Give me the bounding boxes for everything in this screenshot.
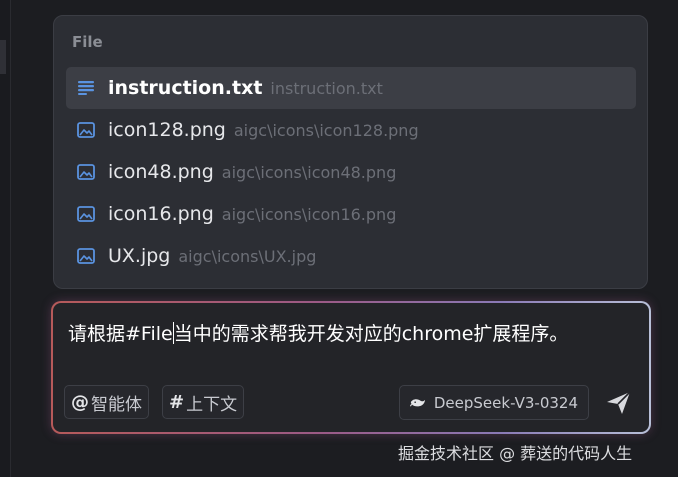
- deepseek-whale-icon: [410, 398, 426, 406]
- context-button-label: 上下文: [186, 394, 238, 415]
- file-path: aigc\icons\icon16.png: [221, 204, 397, 224]
- watermark: 掘金技术社区 @ 葬送的代码人生: [398, 444, 633, 463]
- image-file-icon: [75, 245, 97, 267]
- hash-icon: #: [169, 391, 185, 413]
- image-file-icon: [75, 119, 97, 141]
- at-icon: @: [71, 391, 89, 413]
- file-path: aigc\icons\icon48.png: [221, 162, 397, 182]
- text-file-icon: [75, 77, 97, 99]
- file-path: aigc\icons\icon128.png: [233, 120, 419, 140]
- popup-title: File: [72, 33, 103, 51]
- file-name: UX.jpg: [108, 245, 171, 267]
- model-name: DeepSeek-V3-0324: [433, 393, 578, 412]
- left-panel-edge: [0, 0, 11, 477]
- file-item-icon48-png[interactable]: icon48.png aigc\icons\icon48.png: [66, 151, 636, 193]
- context-button[interactable]: # 上下文: [162, 385, 245, 419]
- file-path: aigc\icons\UX.jpg: [178, 246, 317, 266]
- file-name: icon128.png: [108, 119, 226, 141]
- file-suggestion-popup: File instruction.txt instruction.txt ico…: [53, 15, 648, 289]
- image-file-icon: [75, 203, 97, 225]
- file-name: instruction.txt: [108, 77, 263, 99]
- file-name: icon16.png: [108, 203, 214, 225]
- file-item-instruction-txt[interactable]: instruction.txt instruction.txt: [66, 67, 636, 109]
- file-item-icon128-png[interactable]: icon128.png aigc\icons\icon128.png: [66, 109, 636, 151]
- image-file-icon: [75, 161, 97, 183]
- agent-button[interactable]: @ 智能体: [64, 385, 149, 419]
- chat-input-frame: 请根据#File当中的需求帮我开发对应的chrome扩展程序。 @ 智能体 # …: [51, 301, 651, 434]
- file-name: icon48.png: [108, 161, 214, 183]
- send-button[interactable]: [604, 388, 634, 418]
- scroll-indicator: [0, 40, 6, 74]
- input-text-after-caret: 当中的需求帮我开发对应的chrome扩展程序。: [173, 323, 569, 345]
- chat-input[interactable]: 请根据#File当中的需求帮我开发对应的chrome扩展程序。 @ 智能体 # …: [53, 303, 649, 432]
- send-icon: [607, 391, 631, 414]
- agent-button-label: 智能体: [91, 394, 142, 415]
- file-path: instruction.txt: [270, 78, 383, 98]
- file-item-ux-jpg[interactable]: UX.jpg aigc\icons\UX.jpg: [66, 235, 636, 277]
- input-text-before-caret: 请根据#File: [68, 323, 173, 345]
- chat-input-text[interactable]: 请根据#File当中的需求帮我开发对应的chrome扩展程序。: [68, 319, 568, 346]
- file-item-icon16-png[interactable]: icon16.png aigc\icons\icon16.png: [66, 193, 636, 235]
- model-selector[interactable]: DeepSeek-V3-0324: [399, 385, 589, 420]
